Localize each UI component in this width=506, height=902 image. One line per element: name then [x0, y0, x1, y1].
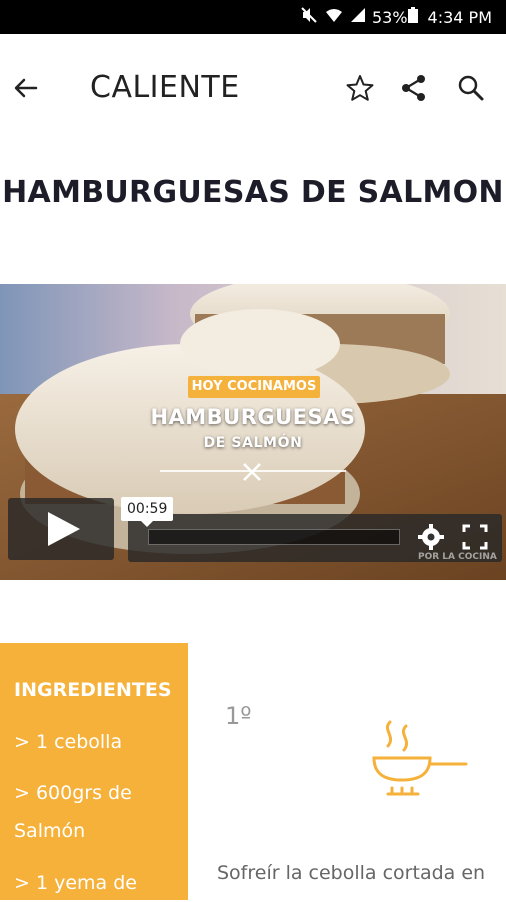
star-outline-icon[interactable]: [344, 72, 376, 104]
play-button[interactable]: [8, 498, 114, 560]
ingredients-title: INGREDIENTES: [14, 679, 172, 701]
ingredient-item: Salmón: [14, 820, 86, 842]
cutlery-icon: [240, 460, 264, 484]
video-overlay-subtitle: DE SALMÓN: [203, 435, 303, 451]
back-arrow-icon[interactable]: [10, 72, 42, 104]
time-tooltip: 00:59: [121, 497, 174, 527]
video-badge: HOY COCINAMOS: [188, 376, 320, 398]
search-icon[interactable]: [455, 72, 487, 104]
fullscreen-icon[interactable]: [462, 524, 488, 550]
app-title: CALIENTE: [90, 70, 240, 105]
video-overlay-title: HAMBURGUESAS: [150, 405, 356, 429]
battery-icon: [407, 7, 418, 27]
frying-pan-icon: [368, 718, 472, 804]
battery-percent: 53%: [371, 7, 408, 27]
recipe-title: HAMBURGUESAS DE SALMON: [2, 175, 504, 210]
ingredient-item: > 1 cebolla: [14, 731, 123, 753]
ingredient-item: > 600grs de: [14, 782, 132, 804]
clock: 4:34 PM: [427, 7, 492, 27]
share-icon[interactable]: [398, 72, 430, 104]
signal-icon: [350, 7, 366, 27]
mute-icon: [300, 6, 318, 28]
ingredients-panel: INGREDIENTES > 1 cebolla > 600grs de Sal…: [0, 643, 188, 900]
video-progress-bar[interactable]: [148, 529, 400, 545]
step-text: Sofreír la cebolla cortada en: [217, 862, 486, 884]
play-icon: [48, 512, 80, 546]
ingredient-item: > 1 yema de: [14, 872, 137, 894]
video-watermark: POR LA COCINA: [418, 552, 497, 562]
settings-gear-icon[interactable]: [416, 522, 446, 552]
status-bar: 53% 4:34 PM: [0, 0, 506, 34]
step-number: 1º: [225, 702, 252, 730]
app-bar: CALIENTE: [0, 34, 506, 144]
wifi-icon: [324, 7, 344, 27]
